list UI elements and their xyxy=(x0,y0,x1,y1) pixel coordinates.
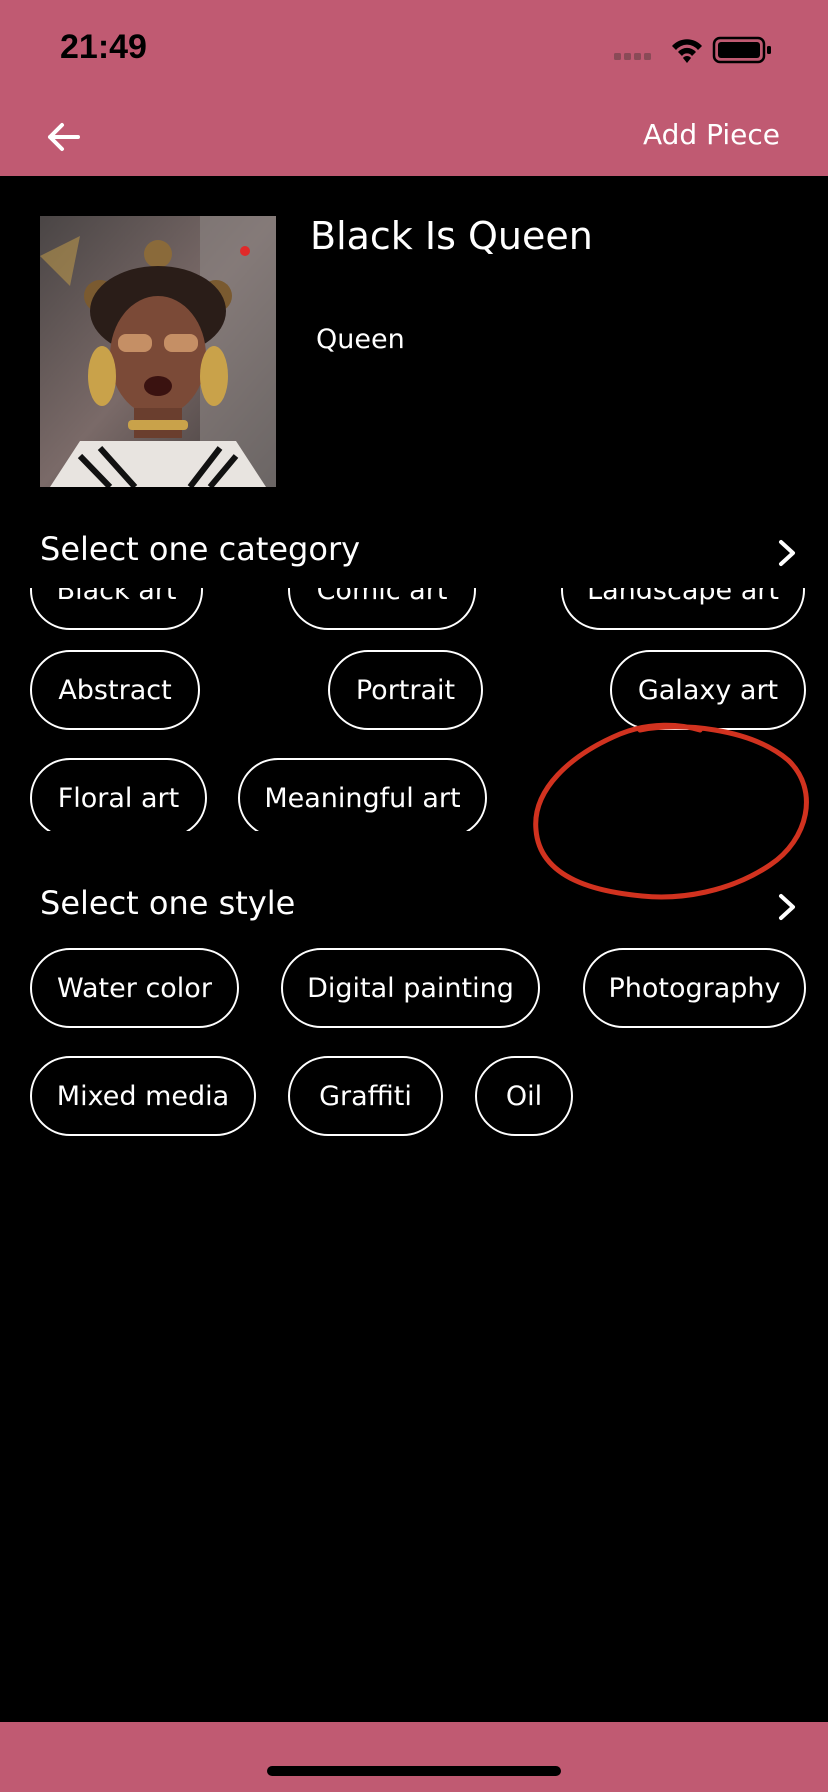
bottom-bar xyxy=(0,1722,828,1792)
style-chip-graffiti[interactable]: Graffiti xyxy=(288,1056,443,1136)
category-chip-list[interactable]: Black art Comic art Landscape art Abstra… xyxy=(0,588,828,831)
add-piece-button[interactable]: Add Piece xyxy=(643,118,780,151)
app-header: 21:49 Add Piece xyxy=(0,0,828,176)
category-chip-galaxy-art[interactable]: Galaxy art xyxy=(610,650,806,730)
back-arrow-icon[interactable] xyxy=(40,112,90,162)
battery-icon xyxy=(712,36,771,64)
category-chip-meaningful-art[interactable]: Meaningful art xyxy=(238,758,487,831)
artwork-thumbnail xyxy=(40,216,276,487)
style-chip-mixed-media[interactable]: Mixed media xyxy=(30,1056,256,1136)
category-section-label: Select one category xyxy=(40,530,361,568)
status-icons xyxy=(614,36,771,64)
status-time: 21:49 xyxy=(60,28,147,66)
style-chip-photography[interactable]: Photography xyxy=(583,948,806,1028)
category-section-header[interactable]: Select one category xyxy=(40,530,800,580)
artwork-title: Black Is Queen xyxy=(310,214,593,258)
style-chip-water-color[interactable]: Water color xyxy=(30,948,239,1028)
category-chip-landscape-art[interactable]: Landscape art xyxy=(561,588,805,630)
style-section-header[interactable]: Select one style xyxy=(40,884,800,934)
category-chip-floral-art[interactable]: Floral art xyxy=(30,758,207,831)
category-chip-black-art[interactable]: Black art xyxy=(30,588,203,630)
wifi-icon xyxy=(672,39,702,63)
category-chip-portrait[interactable]: Portrait xyxy=(328,650,483,730)
style-chip-digital-painting[interactable]: Digital painting xyxy=(281,948,540,1028)
home-indicator[interactable] xyxy=(267,1766,561,1776)
style-chip-list[interactable]: Water color Digital painting Photography… xyxy=(0,946,828,1146)
style-section-label: Select one style xyxy=(40,884,296,922)
artwork-subtitle: Queen xyxy=(316,324,405,355)
category-chip-abstract[interactable]: Abstract xyxy=(30,650,200,730)
chevron-right-icon xyxy=(779,540,795,566)
signal-icon xyxy=(614,53,651,60)
chevron-right-icon xyxy=(779,894,795,920)
category-chip-comic-art[interactable]: Comic art xyxy=(288,588,476,630)
style-chip-oil[interactable]: Oil xyxy=(475,1056,573,1136)
